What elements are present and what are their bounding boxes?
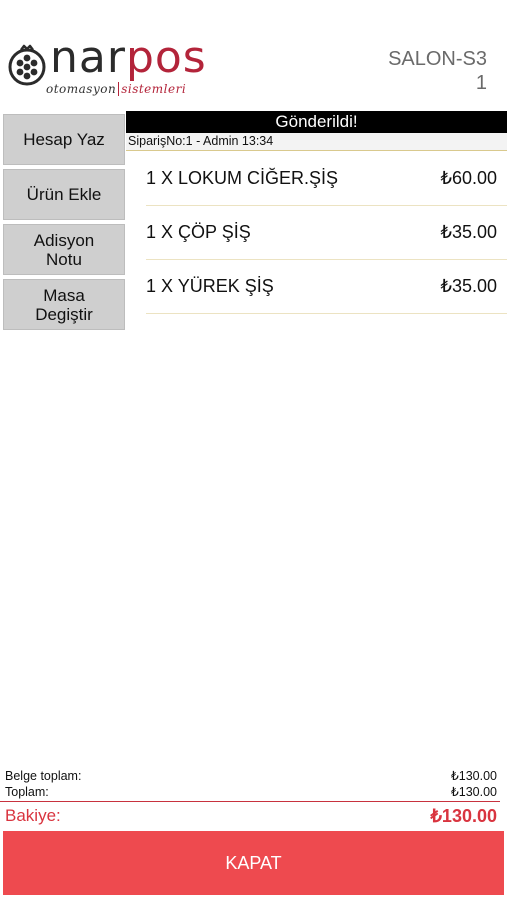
logo-tagline-left: otomasyon bbox=[46, 82, 117, 96]
totals-panel: Belge toplam: ₺130.00 Toplam: ₺130.00 Ba… bbox=[0, 768, 507, 828]
logo-wordmark: narpos bbox=[50, 32, 207, 84]
adisyon-notu-label: Adisyon Notu bbox=[34, 231, 94, 269]
order-item-price: ₺35.00 bbox=[440, 276, 498, 296]
urun-ekle-label: Ürün Ekle bbox=[26, 185, 102, 204]
urun-ekle-button[interactable]: Ürün Ekle bbox=[3, 169, 125, 220]
hesap-yaz-label: Hesap Yaz bbox=[23, 130, 105, 149]
masa-degistir-label: Masa Degiştir bbox=[35, 286, 93, 324]
kapat-label: KAPAT bbox=[225, 852, 282, 873]
toplam-value: ₺130.00 bbox=[450, 785, 497, 799]
narpos-logo: narpos otomasyon sistemleri bbox=[6, 32, 206, 100]
adisyon-notu-label-line1: Adisyon bbox=[33, 230, 95, 250]
belge-toplam-row: Belge toplam: ₺130.00 bbox=[0, 768, 507, 784]
table-name: SALON-S3 bbox=[388, 48, 487, 70]
order-items-list: 1 X LOKUM CİĞER.ŞİŞ ₺60.00 1 X ÇÖP ŞİŞ ₺… bbox=[146, 152, 507, 314]
order-status-bar: Gönderildi! bbox=[126, 111, 507, 133]
order-item[interactable]: 1 X YÜREK ŞİŞ ₺35.00 bbox=[146, 260, 507, 314]
belge-toplam-label: Belge toplam: bbox=[5, 769, 82, 783]
order-item[interactable]: 1 X ÇÖP ŞİŞ ₺35.00 bbox=[146, 206, 507, 260]
order-item-name: 1 X YÜREK ŞİŞ bbox=[146, 276, 274, 296]
masa-degistir-label-line2: Degiştir bbox=[35, 304, 93, 324]
order-item-name: 1 X LOKUM CİĞER.ŞİŞ bbox=[146, 168, 339, 188]
order-item-price: ₺35.00 bbox=[440, 222, 498, 242]
bakiye-label: Bakiye: bbox=[5, 806, 61, 825]
bakiye-value: ₺130.00 bbox=[430, 806, 497, 826]
pomegranate-logo-icon bbox=[8, 44, 46, 86]
logo-word-pos: pos bbox=[125, 32, 207, 83]
adisyon-notu-button[interactable]: Adisyon Notu bbox=[3, 224, 125, 275]
logo-tagline-separator bbox=[118, 82, 120, 96]
belge-toplam-value: ₺130.00 bbox=[450, 769, 497, 783]
kapat-button[interactable]: KAPAT bbox=[3, 831, 504, 895]
totals-divider bbox=[0, 801, 500, 802]
logo-word-nar: nar bbox=[50, 32, 126, 83]
order-item-name: 1 X ÇÖP ŞİŞ bbox=[146, 222, 251, 242]
order-meta: SiparişNo:1 - Admin 13:34 bbox=[126, 133, 507, 151]
logo-tagline: otomasyon sistemleri bbox=[46, 82, 186, 96]
masa-degistir-button[interactable]: Masa Degiştir bbox=[3, 279, 125, 330]
app-header: narpos otomasyon sistemleri SALON-S3 1 bbox=[0, 0, 507, 108]
order-item[interactable]: 1 X LOKUM CİĞER.ŞİŞ ₺60.00 bbox=[146, 152, 507, 206]
hesap-yaz-button[interactable]: Hesap Yaz bbox=[3, 114, 125, 165]
bakiye-row: Bakiye: ₺130.00 bbox=[0, 804, 507, 828]
toplam-row: Toplam: ₺130.00 bbox=[0, 784, 507, 800]
table-number: 1 bbox=[475, 72, 487, 94]
toplam-label: Toplam: bbox=[5, 785, 49, 799]
logo-tagline-right: sistemleri bbox=[121, 82, 187, 96]
masa-degistir-label-line1: Masa bbox=[43, 285, 85, 305]
adisyon-notu-label-line2: Notu bbox=[46, 249, 82, 269]
order-item-price: ₺60.00 bbox=[440, 168, 498, 188]
